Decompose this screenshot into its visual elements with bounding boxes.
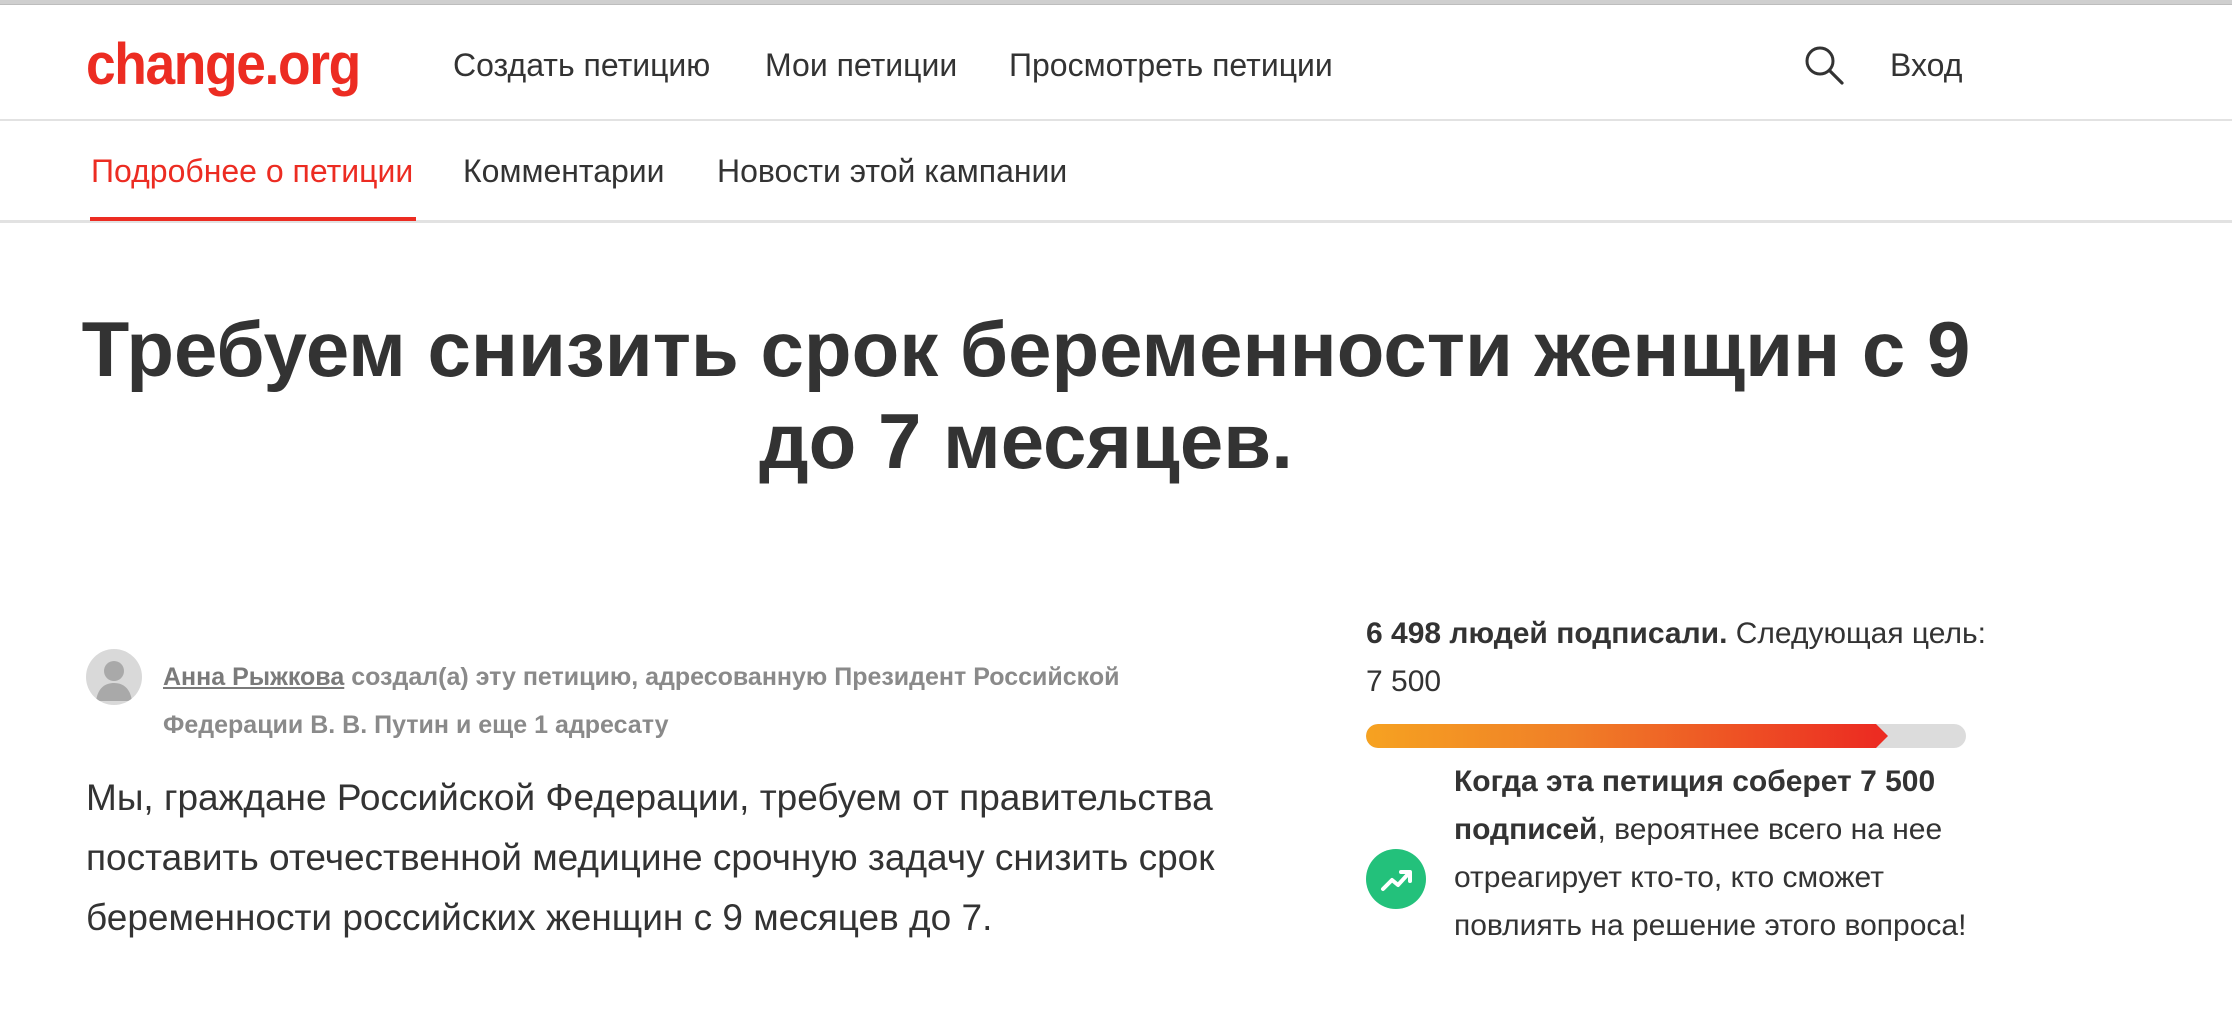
search-icon[interactable] (1802, 43, 1846, 87)
creator-line: Анна Рыжкова создал(а) эту петицию, адре… (163, 653, 1203, 749)
signature-count-number: 6 498 людей подписали. (1366, 617, 1728, 650)
active-tab-indicator (90, 217, 416, 221)
change-org-logo[interactable]: change.org (86, 33, 361, 97)
goal-message: Когда эта петиция соберет 7 500 подписей… (1454, 758, 1994, 950)
petition-tabs: Подробнее о петиции Комментарии Новости … (0, 121, 2232, 223)
tab-details[interactable]: Подробнее о петиции (91, 151, 413, 191)
nav-create-petition[interactable]: Создать петицию (453, 45, 710, 85)
progress-fill (1366, 724, 1876, 748)
author-link[interactable]: Анна Рыжкова (163, 663, 344, 691)
avatar[interactable] (86, 649, 142, 705)
petition-body: Мы, граждане Российской Федерации, требу… (86, 777, 1215, 938)
trending-up-icon (1366, 849, 1426, 909)
signature-progress-bar (1366, 724, 1966, 748)
progress-tip (1876, 724, 1888, 748)
signature-count: 6 498 людей подписали. Следующая цель: 7… (1366, 610, 1986, 706)
site-header: change.org Создать петицию Мои петиции П… (0, 5, 2232, 121)
tab-updates[interactable]: Новости этой кампании (717, 151, 1067, 191)
tab-comments[interactable]: Комментарии (463, 151, 665, 191)
nav-browse-petitions[interactable]: Просмотреть петиции (1009, 45, 1333, 85)
login-link[interactable]: Вход (1890, 45, 1962, 85)
nav-my-petitions[interactable]: Мои петиции (765, 45, 957, 85)
petition-title: Требуем снизить срок беременности женщин… (81, 305, 1971, 485)
